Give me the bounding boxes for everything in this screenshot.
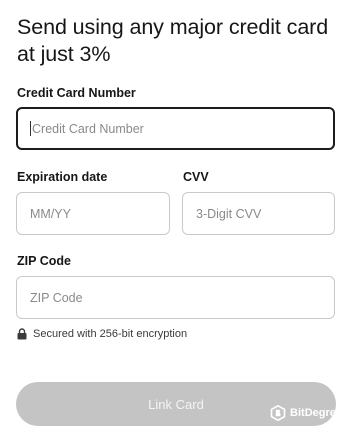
bitdegree-watermark: BitDegree <box>270 405 342 421</box>
cvv-input[interactable]: 3-Digit CVV <box>182 192 335 235</box>
zip-code-label: ZIP Code <box>17 254 71 268</box>
zip-code-input[interactable]: ZIP Code <box>16 276 335 319</box>
security-note: Secured with 256-bit encryption <box>17 328 187 340</box>
expiration-date-input[interactable]: MM/YY <box>16 192 170 235</box>
card-number-input[interactable]: Credit Card Number <box>16 107 335 150</box>
lock-icon <box>17 328 27 340</box>
text-caret <box>30 121 31 136</box>
card-number-placeholder: Credit Card Number <box>32 121 144 136</box>
watermark-text: BitDegree <box>290 407 342 419</box>
cvv-placeholder: 3-Digit CVV <box>196 206 262 221</box>
zip-code-placeholder: ZIP Code <box>30 290 83 305</box>
page-title: Send using any major credit card at just… <box>17 15 329 66</box>
expiration-date-placeholder: MM/YY <box>30 206 71 221</box>
security-note-text: Secured with 256-bit encryption <box>33 328 188 340</box>
bitdegree-logo-icon <box>270 405 286 421</box>
cvv-label: CVV <box>183 170 209 184</box>
expiration-date-label: Expiration date <box>17 170 108 184</box>
card-number-label: Credit Card Number <box>17 86 136 100</box>
